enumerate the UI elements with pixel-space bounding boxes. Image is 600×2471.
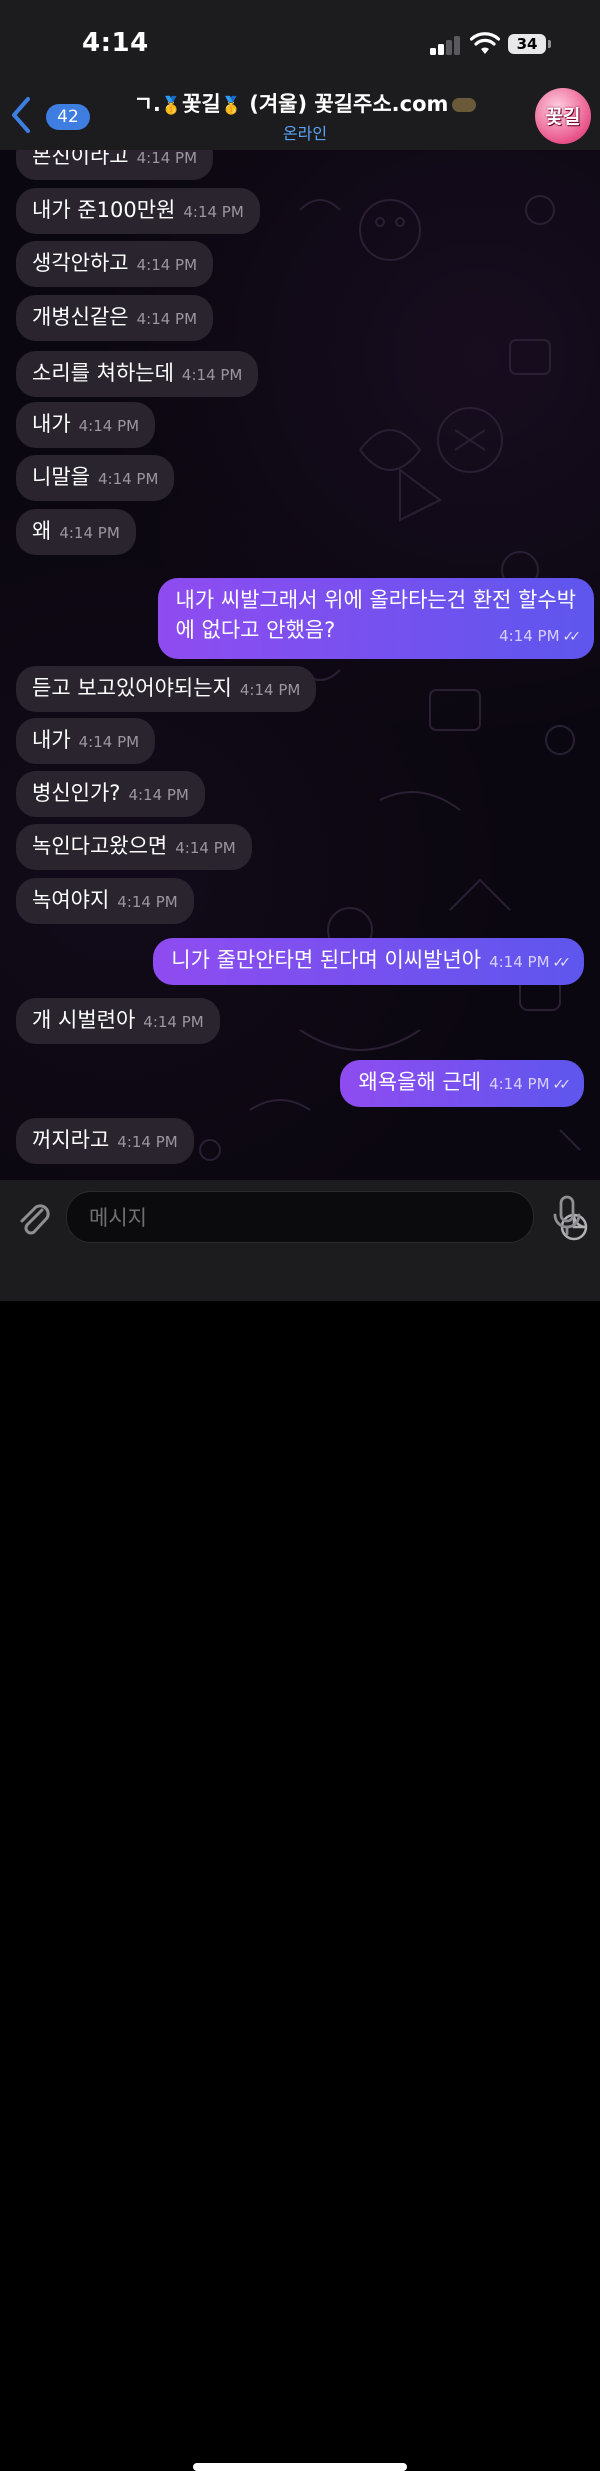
title-prefix: ㄱ. — [133, 92, 161, 116]
double-check-icon: ✓✓ — [552, 1077, 572, 1093]
message-time: 4:14 PM — [78, 417, 140, 435]
message-text: 꺼지라고 — [32, 1128, 110, 1152]
outgoing-message[interactable]: 내가 씨발그래서 위에 올라타는건 환전 할수박에 없다고 안했음? 4:14 P… — [157, 578, 594, 659]
paperclip-icon[interactable] — [14, 1198, 52, 1238]
message-time: 4:14 PM — [78, 733, 140, 751]
incoming-message[interactable]: 개병신같은 4:14 PM — [16, 295, 214, 341]
message-time: 4:14 PM — [117, 1133, 178, 1151]
incoming-message[interactable]: 병신인가? 4:14 PM — [16, 771, 205, 817]
incoming-message[interactable]: 왜 4:14 PM — [16, 509, 136, 555]
incoming-message[interactable]: 듣고 보고있어야되는지 4:14 PM — [16, 666, 317, 712]
message-time: 4:14 PM — [489, 953, 550, 971]
message-time: 4:14 PM — [181, 366, 243, 384]
message-time: 4:14 PM — [128, 786, 189, 804]
incoming-message[interactable]: 소리를 쳐하는데 4:14 PM — [16, 351, 259, 397]
message-text: 생각안하고 — [32, 251, 129, 275]
message-text: 왜욕을해 근데 — [358, 1070, 482, 1094]
message-time: 4:14 PM — [136, 256, 198, 274]
message-text: 왜 — [32, 519, 52, 543]
double-check-icon: ✓✓ — [552, 955, 572, 971]
incoming-message[interactable]: 본진이라고 4:14 PM — [16, 150, 214, 180]
medal-icon: 🥇 — [220, 96, 242, 116]
message-text: 니가 줄만안타면 된다며 이씨발년아 — [171, 948, 482, 972]
cellular-signal-icon — [430, 35, 462, 55]
chat-title-area[interactable]: ㄱ.🥇꽃길🥇 (겨울) 꽃길주소.com 온라인 — [100, 88, 510, 144]
avatar-logo-text: 꽃길 — [545, 106, 581, 128]
message-time: 4:14 PM — [59, 524, 120, 542]
incoming-message[interactable]: 생각안하고 4:14 PM — [16, 241, 214, 287]
message-text: 개 시벌련아 — [32, 1008, 136, 1032]
message-text: 소리를 쳐하는데 — [32, 361, 174, 385]
status-time: 4:14 — [82, 28, 149, 58]
home-indicator[interactable] — [193, 2463, 407, 2471]
message-time: 4:14 PM — [143, 1013, 204, 1031]
incoming-message[interactable]: 내가 4:14 PM — [16, 402, 156, 448]
incoming-message[interactable]: 내가 준100만원 4:14 PM — [16, 188, 260, 234]
chat-header: 42 ㄱ.🥇꽃길🥇 (겨울) 꽃길주소.com 온라인 꽃길 — [0, 80, 600, 151]
medal-icon: 🥇 — [160, 96, 183, 116]
message-text: 녹인다고왔으면 — [32, 834, 168, 858]
message-time: 4:14 PM — [136, 150, 198, 167]
back-button[interactable]: 42 — [10, 94, 90, 136]
title-suffix: (겨울) 꽃길주소.com — [249, 92, 449, 116]
chevron-left-icon — [12, 97, 30, 133]
message-time: 4:14 PM — [239, 681, 301, 699]
online-status: 온라인 — [282, 124, 328, 143]
message-text: 내가 준100만원 — [32, 198, 176, 222]
chat-title: ㄱ.🥇꽃길🥇 (겨울) 꽃길주소.com — [100, 88, 510, 118]
message-time: 4:14 PM — [117, 893, 178, 911]
composer-bar — [0, 1180, 600, 2471]
avatar[interactable]: 꽃길 — [535, 88, 591, 144]
outgoing-message[interactable]: 왜욕을해 근데 4:14 PM ✓✓ — [340, 1060, 584, 1107]
message-time: 4:14 PM — [136, 310, 198, 328]
incoming-message[interactable]: 개 시벌련아 4:14 PM — [16, 998, 220, 1044]
message-text: 내가 — [32, 412, 71, 436]
message-text: 병신인가? — [32, 781, 121, 805]
message-text: 개병신같은 — [32, 305, 129, 329]
incoming-message[interactable]: 꺼지라고 4:14 PM — [16, 1118, 194, 1164]
outgoing-message[interactable]: 니가 줄만안타면 된다며 이씨발년아 4:14 PM ✓✓ — [153, 938, 584, 985]
message-text: 녹여야지 — [32, 888, 110, 912]
double-check-icon: ✓✓ — [562, 629, 582, 645]
message-text: 니말을 — [32, 465, 90, 489]
message-time: 4:14 PM — [175, 839, 236, 857]
status-bar: 4:14 34 — [0, 0, 600, 80]
incoming-message[interactable]: 녹여야지 4:14 PM — [16, 878, 194, 924]
message-time: 4:14 PM — [499, 627, 560, 645]
microphone-icon[interactable] — [552, 1194, 582, 1238]
incoming-message[interactable]: 내가 4:14 PM — [16, 718, 156, 764]
title-name: 꽃길 — [182, 92, 221, 116]
incoming-message[interactable]: 니말을 4:14 PM — [16, 455, 175, 501]
incoming-message[interactable]: 녹인다고왔으면 4:14 PM — [16, 824, 252, 870]
message-time: 4:14 PM — [97, 470, 159, 488]
message-text: 에 없다고 안했음? — [175, 618, 336, 642]
message-text: 내가 씨발그래서 위에 올라타는건 환전 할수박 — [175, 588, 576, 612]
message-input-box[interactable] — [66, 1191, 588, 1244]
message-text: 본진이라고 — [32, 150, 129, 168]
battery-indicator: 34 — [508, 34, 546, 54]
brand-logo-icon — [452, 98, 477, 112]
message-text: 내가 — [32, 728, 71, 752]
message-input[interactable] — [87, 1192, 481, 1244]
chat-messages[interactable]: 본진이라고 4:14 PM 내가 준100만원 4:14 PM 생각안하고 4:14 PM… — [0, 150, 600, 1180]
battery-tip — [548, 40, 551, 48]
message-text: 듣고 보고있어야되는지 — [32, 676, 232, 700]
message-time: 4:14 PM — [489, 1075, 550, 1093]
message-time: 4:14 PM — [183, 203, 244, 221]
wifi-icon — [470, 32, 500, 54]
unread-count-badge: 42 — [46, 104, 90, 130]
